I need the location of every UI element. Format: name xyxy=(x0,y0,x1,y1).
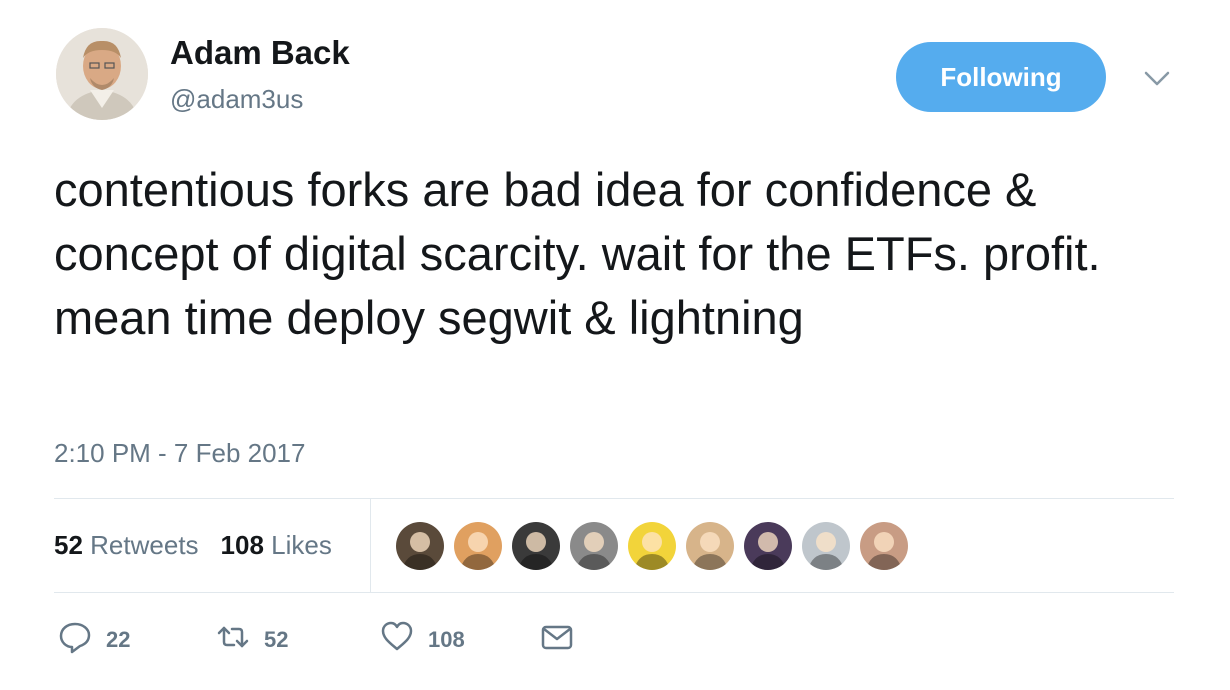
avatar-4[interactable] xyxy=(570,522,618,570)
liker-avatars xyxy=(396,522,908,570)
avatar-7[interactable] xyxy=(744,522,792,570)
chevron-down-icon[interactable] xyxy=(1142,66,1172,90)
retweet-icon xyxy=(216,620,250,660)
reply-action[interactable]: 22 xyxy=(58,620,130,660)
user-handle[interactable]: @adam3us xyxy=(170,84,303,115)
avatar-6[interactable] xyxy=(686,522,734,570)
stats-divider xyxy=(370,499,371,592)
retweet-count: 52 xyxy=(264,627,289,652)
like-count: 108 xyxy=(428,627,465,652)
tweet-text: contentious forks are bad idea for confi… xyxy=(54,163,1101,344)
tweet-timestamp[interactable]: 2:10 PM - 7 Feb 2017 xyxy=(54,438,305,469)
reply-count: 22 xyxy=(106,627,131,652)
divider xyxy=(54,498,1174,499)
avatar-3[interactable] xyxy=(512,522,560,570)
tweet-stats: 52 Retweets 108 Likes xyxy=(54,530,332,561)
direct-message-action[interactable] xyxy=(540,620,574,660)
likes-stat[interactable]: 108 Likes xyxy=(221,530,332,561)
envelope-icon xyxy=(540,620,574,660)
retweets-count: 52 xyxy=(54,530,83,560)
like-action[interactable]: 108 xyxy=(380,620,465,660)
avatar-1[interactable] xyxy=(396,522,444,570)
retweets-label: Retweets xyxy=(90,530,199,560)
avatar[interactable] xyxy=(56,28,148,120)
avatar-5[interactable] xyxy=(628,522,676,570)
divider xyxy=(54,592,1174,593)
reply-icon xyxy=(58,620,92,660)
heart-icon xyxy=(380,620,414,660)
retweets-stat[interactable]: 52 Retweets xyxy=(54,530,199,561)
avatar-8[interactable] xyxy=(802,522,850,570)
likes-count: 108 xyxy=(220,530,264,560)
avatar-9[interactable] xyxy=(860,522,908,570)
likes-label: Likes xyxy=(271,530,332,560)
display-name[interactable]: Adam Back xyxy=(170,34,350,72)
avatar-2[interactable] xyxy=(454,522,502,570)
following-button[interactable]: Following xyxy=(896,42,1106,112)
retweet-action[interactable]: 52 xyxy=(216,620,288,660)
